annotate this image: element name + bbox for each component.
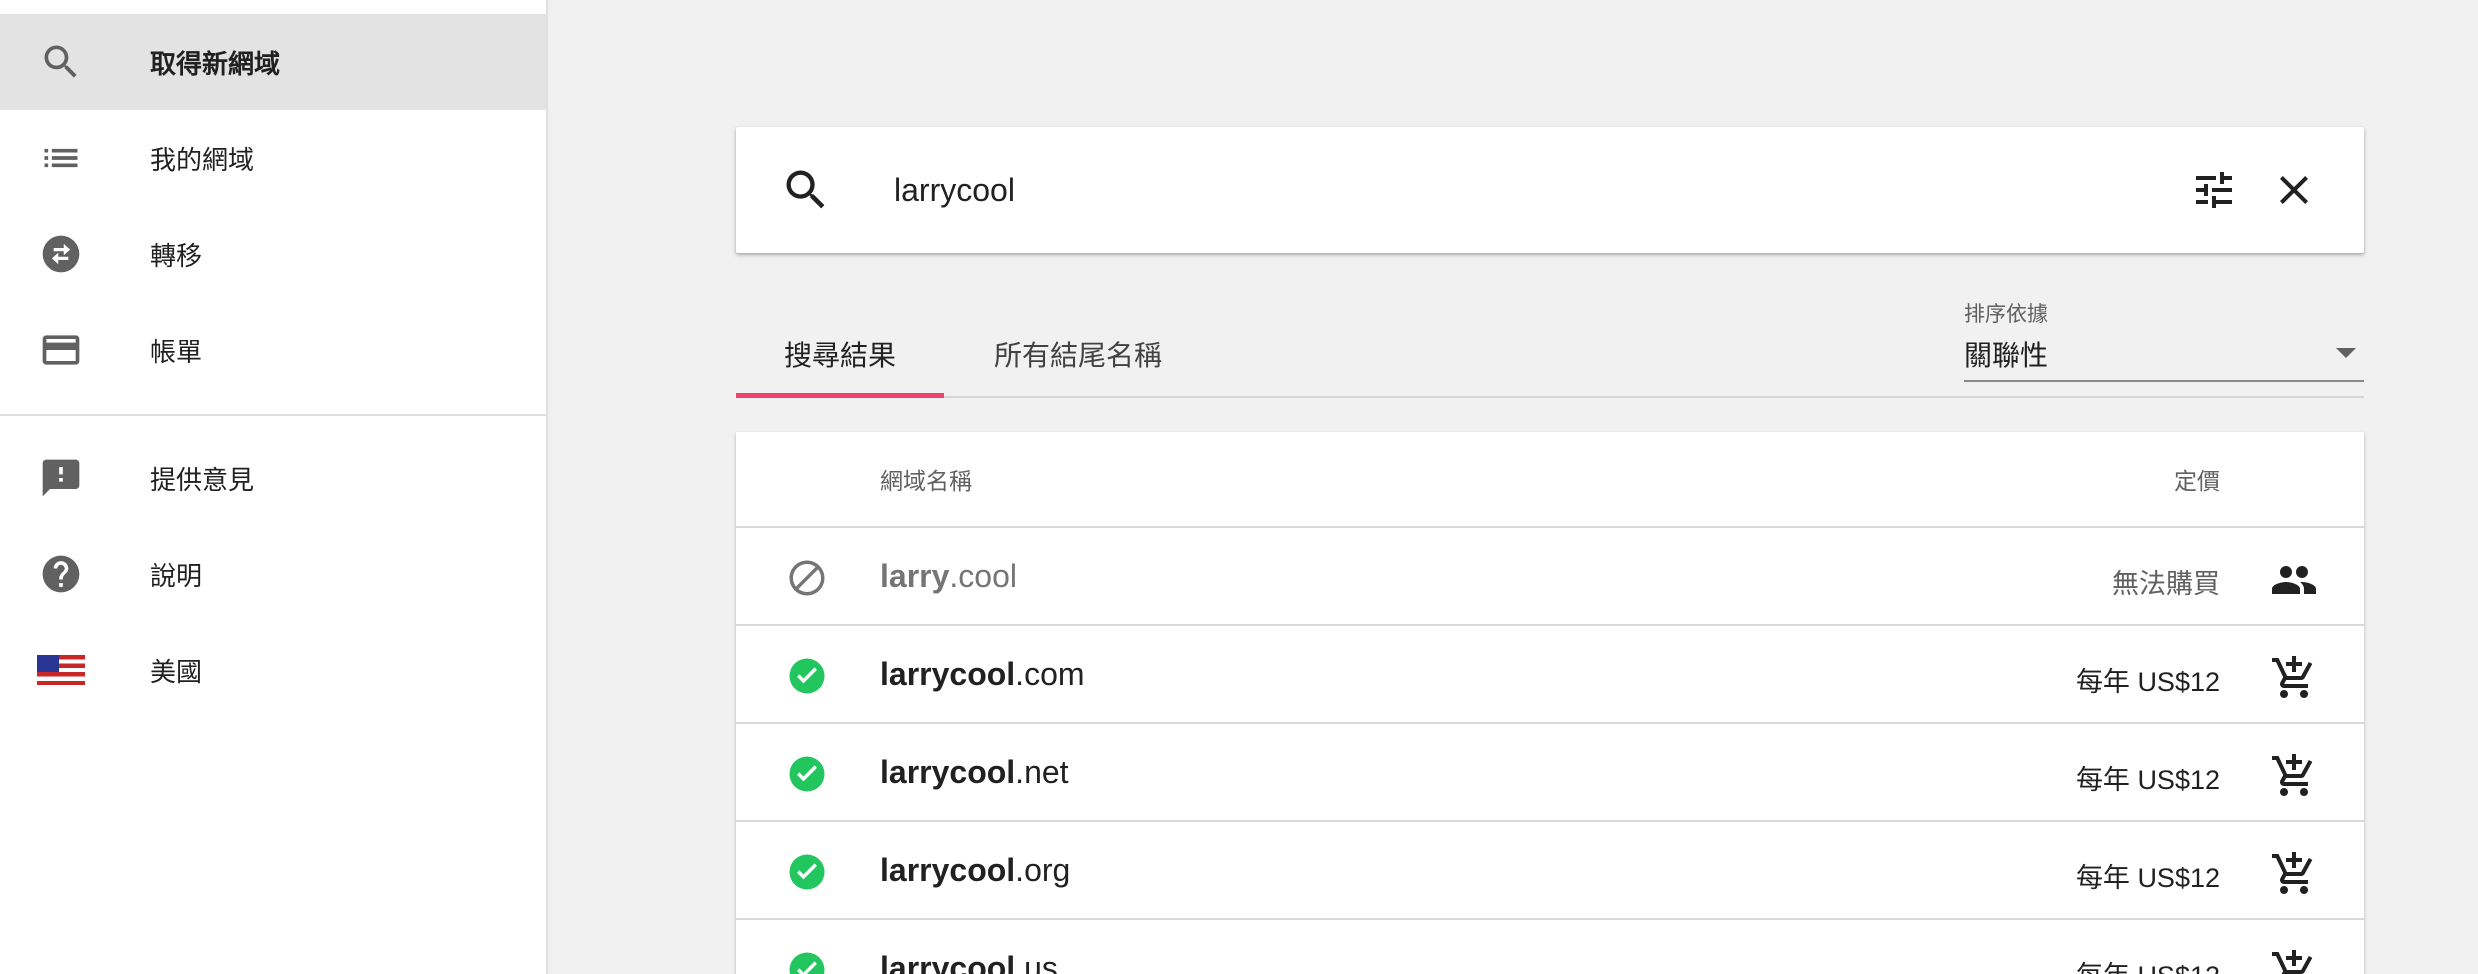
sidebar-divider (0, 414, 546, 416)
sidebar-item-label: 轉移 (150, 240, 203, 271)
sidebar-item-transfer[interactable]: 轉移 (0, 206, 546, 302)
sidebar-item-billing[interactable]: 帳單 (0, 302, 546, 398)
active-tab-indicator (736, 393, 944, 398)
sidebar-item-label: 美國 (150, 656, 203, 687)
sidebar-item-country[interactable]: 美國 (0, 622, 546, 718)
domain-name: larrycool.us (880, 950, 1058, 974)
add-shopping-cart-icon (2272, 656, 2313, 698)
close-icon (2280, 176, 2308, 204)
sort-dropdown[interactable]: 關聯性 (1964, 330, 2364, 382)
table-row[interactable]: larry.cool 無法購買 (736, 528, 2364, 626)
price: 無法購買 (2112, 569, 2220, 599)
price: 每年 US$12 (2075, 863, 2220, 893)
search-bar (736, 127, 2364, 253)
search-icon (780, 164, 832, 216)
domain-name: larry.cool (880, 558, 1017, 594)
feedback-icon (36, 453, 86, 503)
sidebar-item-help[interactable]: 說明 (0, 526, 546, 622)
add-shopping-cart-icon (2272, 754, 2313, 796)
sort-label: 排序依據 (1964, 303, 2048, 326)
block-icon (786, 557, 828, 599)
add-to-cart-button[interactable] (2268, 946, 2320, 974)
table-row[interactable]: larrycool.us 每年 US$12 (736, 920, 2364, 974)
check-circle-icon (786, 851, 828, 893)
tab-all-endings[interactable]: 所有結尾名稱 (968, 310, 1188, 398)
domain-name: larrycool.com (880, 656, 1085, 692)
table-row[interactable]: larrycool.org 每年 US$12 (736, 822, 2364, 920)
sidebar-item-label: 我的網域 (150, 144, 255, 175)
sort-value: 關聯性 (1964, 340, 2049, 371)
domain-name: larrycool.org (880, 852, 1071, 888)
table-row[interactable]: larrycool.net 每年 US$12 (736, 724, 2364, 822)
check-circle-icon (786, 949, 828, 974)
help-icon (36, 549, 86, 599)
filter-button[interactable] (2186, 162, 2242, 218)
sidebar-item-label: 取得新網域 (150, 48, 281, 79)
credit-card-icon (36, 325, 86, 375)
column-header-domain: 網域名稱 (880, 468, 972, 494)
sidebar: 取得新網域 我的網域 轉移 帳單 提供意見 說明 美國 (0, 0, 548, 974)
clear-search-button[interactable] (2266, 162, 2322, 218)
add-to-cart-button[interactable] (2268, 652, 2320, 704)
domain-name: larrycool.net (880, 754, 1069, 790)
add-to-cart-button[interactable] (2268, 848, 2320, 900)
owner-info-button[interactable] (2268, 554, 2320, 606)
tabs-divider (736, 396, 2364, 398)
sidebar-item-label: 說明 (150, 560, 203, 591)
price: 每年 US$12 (2075, 765, 2220, 795)
sidebar-item-my-domains[interactable]: 我的網域 (0, 110, 546, 206)
tune-icon (2196, 172, 2232, 208)
table-row[interactable]: larrycool.com 每年 US$12 (736, 626, 2364, 724)
column-header-price: 定價 (2174, 468, 2220, 494)
sidebar-item-label: 提供意見 (150, 464, 255, 495)
us-flag-icon (36, 645, 86, 695)
add-to-cart-button[interactable] (2268, 750, 2320, 802)
add-shopping-cart-icon (2272, 950, 2313, 974)
add-shopping-cart-icon (2272, 852, 2313, 894)
price: 每年 US$12 (2076, 954, 2220, 974)
table-header: 網域名稱 定價 (736, 432, 2364, 528)
search-icon (36, 37, 86, 87)
tab-search-results[interactable]: 搜尋結果 (736, 310, 944, 398)
transfer-icon (36, 229, 86, 279)
check-circle-icon (786, 655, 828, 697)
price: 每年 US$12 (2075, 667, 2220, 697)
check-circle-icon (786, 753, 828, 795)
sidebar-item-get-domain[interactable]: 取得新網域 (0, 14, 546, 110)
people-icon (2272, 566, 2316, 594)
dropdown-arrow-icon (2336, 348, 2356, 358)
results-table: 網域名稱 定價 larry.cool 無法購買 larrycool.com 每年… (736, 432, 2364, 974)
list-icon (36, 133, 86, 183)
sidebar-item-feedback[interactable]: 提供意見 (0, 430, 546, 526)
sidebar-item-label: 帳單 (150, 336, 203, 367)
search-input[interactable] (894, 155, 2094, 225)
